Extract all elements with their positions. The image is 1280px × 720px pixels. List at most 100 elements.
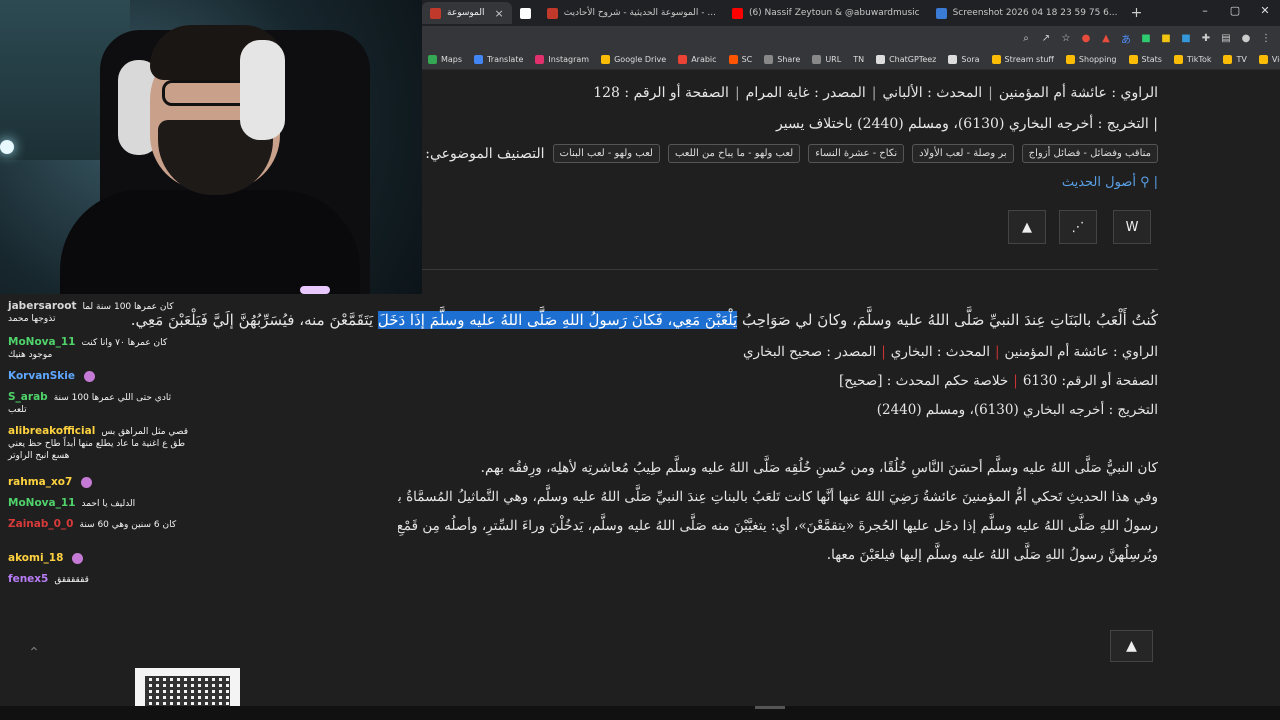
zoom-icon[interactable]: ⌕ <box>1020 32 1032 44</box>
share-page-icon[interactable]: ↗ <box>1040 32 1052 44</box>
tab-mawsua[interactable]: الموسوعة الحديثية - شروح الأحاديث - ... <box>539 2 724 24</box>
bookmark-translate[interactable]: Translate <box>474 55 523 64</box>
tab-blank[interactable] <box>512 2 539 24</box>
word-export-button[interactable]: W <box>1113 210 1151 244</box>
bookmark-tn[interactable]: TN <box>853 55 864 64</box>
extension-translate-icon[interactable]: あ <box>1120 32 1132 46</box>
menu-icon[interactable]: ⋮ <box>1260 32 1272 44</box>
chat-username[interactable]: jabersaroot <box>8 300 76 312</box>
word-icon: W <box>1125 219 1139 235</box>
bookmark-instagram[interactable]: Instagram <box>535 55 589 64</box>
category-chip[interactable]: نكاح - عشرة النساء <box>808 144 905 163</box>
hadith-meta-1: الراوي : عائشة أم المؤمنين|المحدث : البخ… <box>743 344 1158 360</box>
link-bar: | <box>1153 175 1158 190</box>
chat-text: كان 6 سنين وهي 60 سنة <box>79 520 177 530</box>
origin-link-label: أصول الحديث <box>1061 175 1136 190</box>
tab-label: الموسوعة الحديثية - شروح الأحاديث - ... <box>563 8 716 18</box>
tab-youtube[interactable]: (6) Nassif Zeytoun & @abuwardmusic <box>724 2 928 24</box>
category-chip[interactable]: مناقب وفضائل - فضائل أزواج <box>1021 144 1158 163</box>
category-chip[interactable]: لعب ولهو - لعب البنات <box>552 144 660 163</box>
tab-label: الموسوعة <box>447 8 485 18</box>
minimize-button[interactable]: – <box>1190 0 1220 22</box>
tab-active[interactable]: الموسوعة × <box>422 2 512 24</box>
extension-warning-icon[interactable]: ▲ <box>1100 32 1112 44</box>
extension-green-icon[interactable]: ■ <box>1140 32 1152 44</box>
extension-red-icon[interactable]: ● <box>1080 32 1092 44</box>
chat-username[interactable]: rahma_xo7 <box>8 476 72 488</box>
bookmark-label: URL <box>825 55 842 64</box>
chat-username[interactable]: MoNova_11 <box>8 336 75 348</box>
hadith-meta-3: التخريج : أخرجه البخاري (6130)، ومسلم (2… <box>876 402 1158 418</box>
chat-username[interactable]: Zainab_0_0 <box>8 518 74 530</box>
chat-username[interactable]: akomi_18 <box>8 552 63 564</box>
hadith-meta-line-1: الراوي : عائشة أم المؤمنين | المحدث : الأل… <box>593 85 1158 101</box>
bookmark-sc[interactable]: SC <box>728 55 752 64</box>
share-icon: ⋰ <box>1071 219 1085 235</box>
explanation-line: وفي هذا الحديثِ تَحكي أمُّ المؤمنينَ عائ… <box>398 489 1158 505</box>
bookmark-label: Shopping <box>1078 55 1117 64</box>
bookmark-tiktok[interactable]: TikTok <box>1173 55 1212 64</box>
new-tab-button[interactable]: + <box>1125 5 1147 21</box>
favicon-icon <box>546 7 558 19</box>
bookmark-star-icon[interactable]: ☆ <box>1060 32 1072 44</box>
bookmarks-bar: Maps Translate Instagram Google Drive Ar… <box>422 50 1280 70</box>
bookmark-label: Translate <box>487 55 524 64</box>
report-button-bottom[interactable]: ▲ <box>1110 630 1153 662</box>
bookmark-label: TV <box>1236 55 1247 64</box>
close-window-button[interactable]: ✕ <box>1250 0 1280 22</box>
bookmark-vids[interactable]: Vids <box>1258 55 1280 64</box>
extensions-puzzle-icon[interactable]: ✚ <box>1200 32 1212 44</box>
youtube-icon <box>731 7 743 19</box>
bookmark-maps[interactable]: Maps <box>428 55 462 64</box>
bookmark-chatgpteez[interactable]: ChatGPTeez <box>876 55 936 64</box>
profile-avatar-icon[interactable]: ● <box>1240 32 1252 44</box>
hadith-origin-link[interactable]: |⚲ أصول الحديث <box>1062 175 1158 190</box>
close-tab-icon[interactable]: × <box>494 7 503 20</box>
maps-icon <box>428 55 437 64</box>
bookmark-share[interactable]: Share <box>764 55 800 64</box>
chat-message: alibreakofficial قصي مثل المراهق بس طق ع … <box>8 425 188 462</box>
page-content: الراوي : عائشة أم المؤمنين|المحدث : الأل… <box>131 71 1280 706</box>
bottom-indicator <box>755 706 785 709</box>
sora-icon <box>948 55 958 64</box>
bookmark-label: Arabic <box>691 55 717 64</box>
extension-yellow-icon[interactable]: ■ <box>1160 32 1172 44</box>
takhrij-line: | التخريج : أخرجه البخاري (6130)، ومسلم … <box>776 116 1158 132</box>
category-chip[interactable]: لعب ولهو - ما يباح من اللعب <box>667 144 801 163</box>
bookmark-stream-stuff[interactable]: Stream stuff <box>991 55 1054 64</box>
bookmark-sora[interactable]: Sora <box>948 55 980 64</box>
bookmark-arabic[interactable]: Arabic <box>678 55 717 64</box>
folder-icon <box>991 55 1001 64</box>
folder-icon <box>1258 55 1268 64</box>
webcam-overlay <box>0 0 422 294</box>
headphone-right <box>240 40 285 140</box>
bookmark-label: Instagram <box>548 55 590 64</box>
side-panel-icon[interactable]: ▤ <box>1220 32 1232 44</box>
streamer-body <box>60 190 360 294</box>
chat-username[interactable]: fenex5 <box>8 573 48 585</box>
scroll-up-icon[interactable]: ⌃ <box>24 645 44 661</box>
bookmark-shopping[interactable]: Shopping <box>1065 55 1117 64</box>
categories-label: التصنيف الموضوعي: <box>425 145 545 162</box>
chat-username[interactable]: alibreakofficial <box>8 425 95 437</box>
maximize-button[interactable]: ▢ <box>1220 0 1250 22</box>
chat-message: MoNova_11 كان عمرها ٧٠ وانا كنت موجود هني… <box>8 336 188 361</box>
bookmark-stats[interactable]: Stats <box>1128 55 1162 64</box>
category-chip[interactable]: بر وصلة - لعب الأولاد <box>912 144 1014 163</box>
chat-username[interactable]: KorvanSkie <box>8 370 75 382</box>
chat-username[interactable]: MoNova_11 <box>8 497 75 509</box>
bookmark-google-drive[interactable]: Google Drive <box>601 55 666 64</box>
extension-blue-icon[interactable]: ■ <box>1180 32 1192 44</box>
bookmark-label: Vids <box>1271 55 1280 64</box>
bookmark-label: Stream stuff <box>1004 55 1054 64</box>
soundcloud-icon <box>728 55 738 64</box>
bookmark-url[interactable]: URL <box>812 55 841 64</box>
tab-screenshot[interactable]: Screenshot 2026 04 18 23 59 75 6... <box>928 2 1126 24</box>
chat-username[interactable]: S_arab <box>8 391 48 403</box>
emote-icon <box>72 553 84 564</box>
report-button[interactable]: ▲ <box>1008 210 1046 244</box>
bookmark-tv[interactable]: TV <box>1223 55 1247 64</box>
share-button[interactable]: ⋰ <box>1059 210 1097 244</box>
hadith-meta-2: الصفحة أو الرقم: 6130|خلاصة حكم المحدث :… <box>839 373 1158 389</box>
bookmark-label: TikTok <box>1186 55 1212 64</box>
